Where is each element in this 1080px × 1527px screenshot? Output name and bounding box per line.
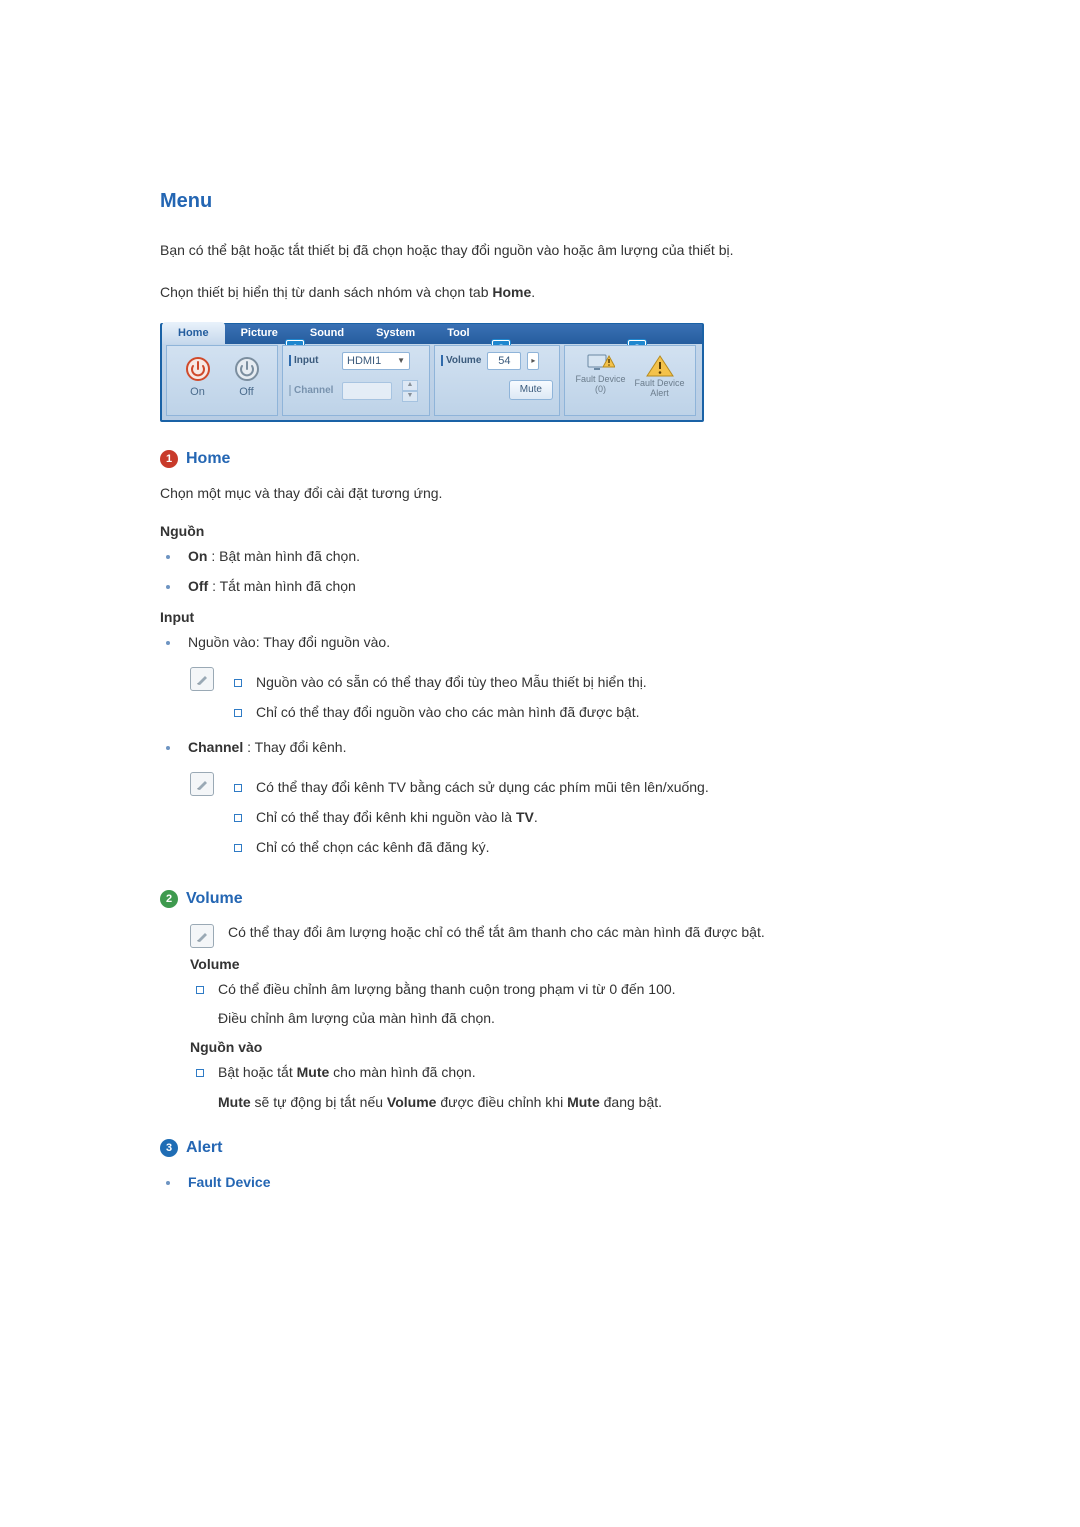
tab-bar: Home Picture Sound System Tool xyxy=(162,324,702,344)
badge-1-icon: 1 xyxy=(160,450,178,468)
intro-paragraph-2: Chọn thiết bị hiển thị từ danh sách nhóm… xyxy=(160,281,920,305)
chevron-down-icon: ▼ xyxy=(397,356,405,365)
page-title: Menu xyxy=(160,190,920,213)
list-item: On : Bật màn hình đã chọn. xyxy=(160,545,920,569)
list-item: Nguồn vào có sẵn có thể thay đổi tùy the… xyxy=(228,671,647,695)
channel-field[interactable] xyxy=(342,382,392,400)
section-3-title: Alert xyxy=(186,1139,222,1157)
warning-triangle-icon xyxy=(646,354,674,378)
volume-slider-arrow[interactable]: ▸ xyxy=(527,352,539,370)
power-on-icon xyxy=(185,356,211,382)
volume-sub-heading: Volume xyxy=(190,956,920,972)
nguon-heading: Nguồn xyxy=(160,523,920,539)
input-heading: Input xyxy=(160,609,920,625)
tab-system[interactable]: System xyxy=(360,324,431,344)
note-text: Có thể thay đổi âm lượng hoặc chỉ có thể… xyxy=(228,922,765,940)
input-label: Input xyxy=(289,355,336,366)
power-off-button[interactable]: Off xyxy=(234,356,260,398)
section-2-header: 2 Volume xyxy=(160,890,920,908)
alert-panel: Fault Device (0) Fault Device Alert xyxy=(564,345,696,416)
note-icon xyxy=(190,924,214,948)
section-1-header: 1 Home xyxy=(160,450,920,468)
list-item: Chỉ có thể thay đổi kênh khi nguồn vào l… xyxy=(228,806,709,830)
input-dropdown[interactable]: HDMI1▼ xyxy=(342,352,410,370)
note-block: Nguồn vào có sẵn có thể thay đổi tùy the… xyxy=(190,665,920,731)
volume-field[interactable]: 54 xyxy=(487,352,521,370)
channel-stepper[interactable]: ▲▼ xyxy=(402,380,418,402)
mute-button[interactable]: Mute xyxy=(509,380,553,400)
monitor-warning-icon xyxy=(587,354,615,374)
section-1-desc: Chọn một mục và thay đổi cài đặt tương ứ… xyxy=(160,482,920,506)
fault-device-count[interactable]: Fault Device (0) xyxy=(575,354,625,400)
note-block: Có thể thay đổi âm lượng hoặc chỉ có thể… xyxy=(190,922,920,948)
list-item: Off : Tắt màn hình đã chọn xyxy=(160,575,920,599)
list-item: Bật hoặc tắt Mute cho màn hình đã chọn. … xyxy=(190,1061,920,1115)
note-icon xyxy=(190,667,214,691)
fault-device-alert[interactable]: Fault Device Alert xyxy=(634,354,684,400)
badge-3-icon: 3 xyxy=(160,1139,178,1157)
tab-tool[interactable]: Tool xyxy=(431,324,485,344)
badge-2-icon: 2 xyxy=(160,890,178,908)
note-icon xyxy=(190,772,214,796)
section-2-title: Volume xyxy=(186,890,243,908)
tab-picture[interactable]: Picture xyxy=(225,324,294,344)
list-item: Nguồn vào: Thay đổi nguồn vào. xyxy=(160,631,920,655)
list-item: Chỉ có thể thay đổi nguồn vào cho các mà… xyxy=(228,701,647,725)
section-3-header: 3 Alert xyxy=(160,1139,920,1157)
list-item: Chỉ có thể chọn các kênh đã đăng ký. xyxy=(228,836,709,860)
note-block: Có thể thay đổi kênh TV bằng cách sử dụn… xyxy=(190,770,920,865)
channel-label: Channel xyxy=(289,385,336,396)
intro-paragraph-1: Bạn có thể bật hoặc tắt thiết bị đã chọn… xyxy=(160,239,920,263)
list-item: Có thể thay đổi kênh TV bằng cách sử dụn… xyxy=(228,776,709,800)
app-screenshot: Home Picture Sound System Tool 1 2 3 On xyxy=(160,323,704,422)
volume-panel: Volume 54 ▸ Mute xyxy=(434,345,560,416)
volume-label: Volume xyxy=(441,355,481,366)
nguonvao-sub-heading: Nguồn vào xyxy=(190,1039,920,1055)
list-item: Fault Device xyxy=(160,1171,920,1195)
list-item: Channel : Thay đổi kênh. xyxy=(160,736,920,760)
section-1-title: Home xyxy=(186,450,230,468)
power-on-button[interactable]: On xyxy=(185,356,211,398)
power-panel: On Off xyxy=(166,345,278,416)
list-item: Có thể điều chỉnh âm lượng bằng thanh cu… xyxy=(190,978,920,1032)
power-off-icon xyxy=(234,356,260,382)
input-panel: Input HDMI1▼ Channel ▲▼ xyxy=(282,345,430,416)
tab-home[interactable]: Home xyxy=(162,322,225,344)
